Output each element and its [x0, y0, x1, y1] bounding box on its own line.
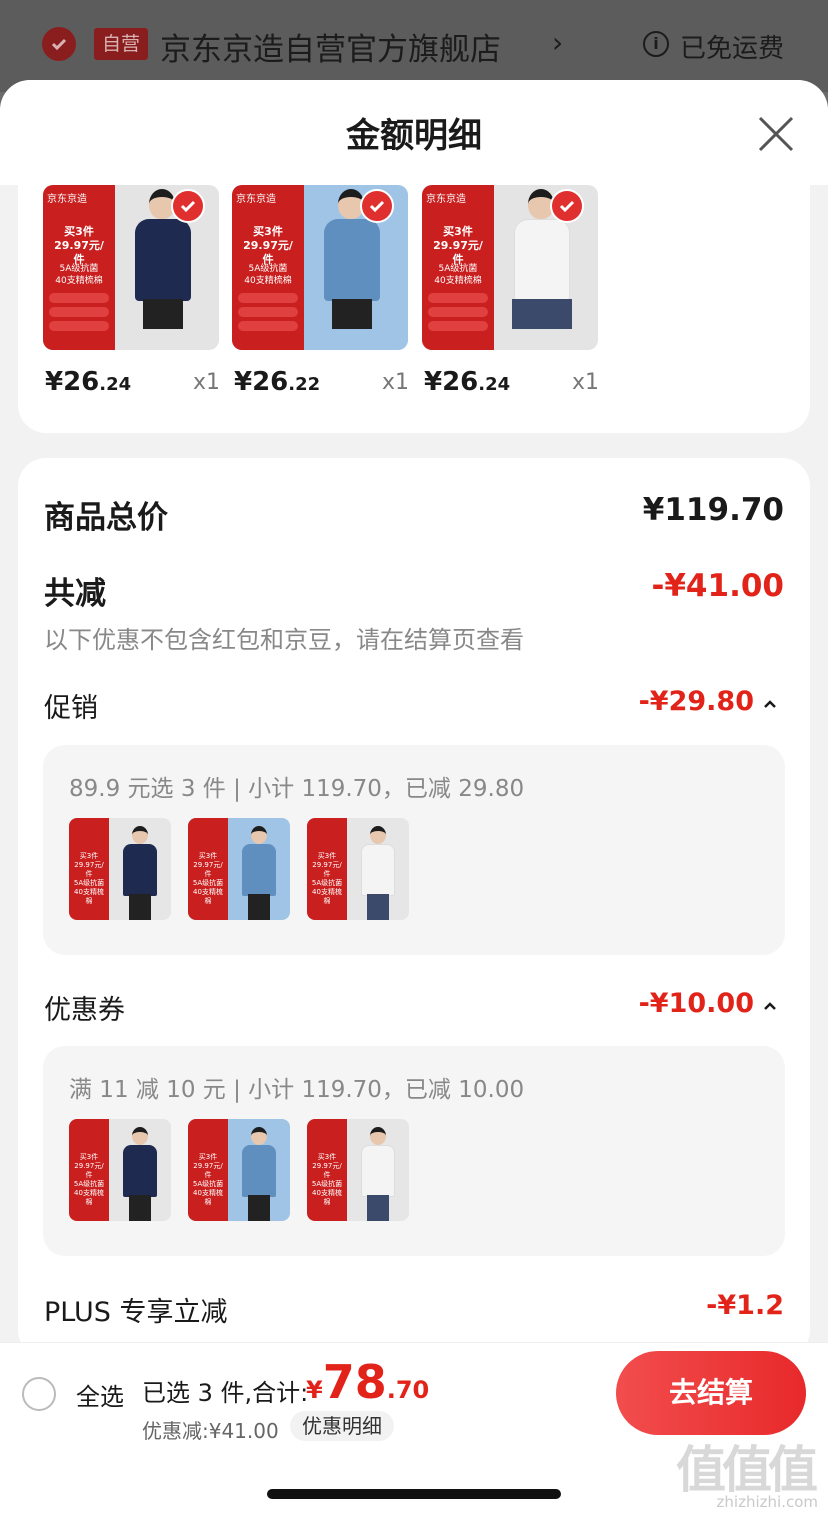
- discount-amount: 优惠减:¥41.00: [142, 1419, 279, 1443]
- checkout-button[interactable]: 去结算: [616, 1351, 806, 1435]
- coupon-item-thumbnail[interactable]: 买3件 29.97元/件 5A级抗菌 40支精梳棉: [69, 1119, 171, 1221]
- coupon-label[interactable]: 优惠券: [44, 988, 125, 1027]
- product-thumbnail: 京东京造 买3件 29.97元/件 5A级抗菌 40支精梳棉: [422, 185, 598, 350]
- promo-item-thumbnail[interactable]: 买3件 29.97元/件 5A级抗菌 40支精梳棉: [188, 818, 290, 920]
- promo-detail-text: 89.9 元选 3 件 | 小计 119.70，已减 29.80: [69, 776, 525, 802]
- brand-logo: 京东京造: [47, 194, 87, 205]
- mini-thumb-text: 买3件 29.97元/件 5A级抗菌 40支精梳棉: [73, 1153, 105, 1206]
- selected-check-icon[interactable]: [550, 189, 584, 223]
- thumb-promo-text: 买3件 29.97元/件: [54, 225, 104, 266]
- product-item[interactable]: 京东京造 买3件 29.97元/件 5A级抗菌 40支精梳棉 ¥26.22 x1: [232, 185, 409, 397]
- total-reduce-value: -¥41.00: [651, 568, 785, 604]
- close-icon[interactable]: [754, 112, 798, 156]
- mini-thumb-text: 买3件 29.97元/件 5A级抗菌 40支精梳棉: [311, 1153, 343, 1206]
- discount-detail-button[interactable]: 优惠明细: [290, 1411, 394, 1441]
- coupon-detail-text: 满 11 减 10 元 | 小计 119.70，已减 10.00: [69, 1077, 525, 1103]
- promo-item-thumbnail[interactable]: 买3件 29.97元/件 5A级抗菌 40支精梳棉: [69, 818, 171, 920]
- amount-detail-sheet: 金额明细 京东京造 买3件 29.97元/件 5A级抗菌 40支精梳棉 ¥26.…: [0, 80, 828, 1514]
- shipping-status: 已免运费: [680, 34, 785, 64]
- product-item[interactable]: 京东京造 买3件 29.97元/件 5A级抗菌 40支精梳棉 ¥26.24 x1: [43, 185, 220, 397]
- store-header-backdrop: 自营 京东京造自营官方旗舰店 › i 已免运费: [0, 0, 828, 92]
- plus-discount-value: -¥1.2: [706, 1290, 784, 1321]
- chevron-up-icon[interactable]: [760, 996, 780, 1016]
- promo-value[interactable]: -¥29.80: [639, 686, 754, 717]
- product-price: ¥26.22: [234, 367, 321, 397]
- thumb-promo-text: 买3件 29.97元/件: [433, 225, 483, 266]
- total-price-label: 商品总价: [44, 500, 168, 536]
- mini-thumb-text: 买3件 29.97元/件 5A级抗菌 40支精梳棉: [73, 852, 105, 905]
- promo-item-thumbnail[interactable]: 买3件 29.97元/件 5A级抗菌 40支精梳棉: [307, 818, 409, 920]
- coupon-value[interactable]: -¥10.00: [639, 988, 754, 1019]
- product-price: ¥26.24: [45, 367, 132, 397]
- product-strip: 京东京造 买3件 29.97元/件 5A级抗菌 40支精梳棉 ¥26.24 x1…: [18, 185, 810, 433]
- thumb-feature-text: 5A级抗菌 40支精梳棉: [434, 264, 482, 286]
- sheet-header: 金额明细: [0, 80, 828, 185]
- product-quantity: x1: [193, 370, 221, 395]
- brand-logo: 京东京造: [426, 194, 466, 205]
- discount-note: 以下优惠不包含红包和京豆，请在结算页查看: [44, 626, 524, 654]
- select-all-radio[interactable]: [22, 1377, 56, 1411]
- selected-count-text: 已选 3 件,合计:: [142, 1379, 309, 1407]
- promo-label[interactable]: 促销: [44, 686, 98, 725]
- product-item[interactable]: 京东京造 买3件 29.97元/件 5A级抗菌 40支精梳棉 ¥26.24 x1: [422, 185, 599, 397]
- chevron-up-icon[interactable]: [760, 694, 780, 714]
- thumb-feature-text: 5A级抗菌 40支精梳棉: [244, 264, 292, 286]
- plus-discount-label: PLUS 专享立减: [44, 1297, 228, 1328]
- total-price-value: ¥119.70: [642, 492, 784, 528]
- chevron-right-icon[interactable]: ›: [552, 26, 563, 59]
- promo-detail-box: 89.9 元选 3 件 | 小计 119.70，已减 29.80 买3件 29.…: [43, 745, 785, 955]
- thumb-promo-text: 买3件 29.97元/件: [243, 225, 293, 266]
- product-thumbnail: 京东京造 买3件 29.97元/件 5A级抗菌 40支精梳棉: [232, 185, 408, 350]
- store-name[interactable]: 京东京造自营官方旗舰店: [160, 24, 501, 69]
- selected-check-icon[interactable]: [171, 189, 205, 223]
- coupon-item-thumbnail[interactable]: 买3件 29.97元/件 5A级抗菌 40支精梳棉: [307, 1119, 409, 1221]
- home-indicator[interactable]: [267, 1489, 561, 1499]
- self-operated-badge: 自营: [94, 28, 149, 60]
- selected-check-icon[interactable]: [360, 189, 394, 223]
- store-checkbox-icon[interactable]: [42, 27, 76, 61]
- amount-breakdown-card: 商品总价 ¥119.70 共减 -¥41.00 以下优惠不包含红包和京豆，请在结…: [18, 458, 810, 1358]
- total-amount: ¥78.70: [306, 1355, 430, 1409]
- total-reduce-label: 共减: [44, 576, 106, 612]
- watermark-logo: 值值值: [676, 1441, 818, 1499]
- thumb-feature-text: 5A级抗菌 40支精梳棉: [55, 264, 103, 286]
- product-quantity: x1: [572, 370, 600, 395]
- brand-logo: 京东京造: [236, 194, 276, 205]
- product-price: ¥26.24: [424, 367, 511, 397]
- mini-thumb-text: 买3件 29.97元/件 5A级抗菌 40支精梳棉: [311, 852, 343, 905]
- sheet-title: 金额明细: [346, 116, 482, 156]
- product-quantity: x1: [382, 370, 410, 395]
- select-all-label[interactable]: 全选: [76, 1377, 124, 1412]
- product-thumbnail: 京东京造 买3件 29.97元/件 5A级抗菌 40支精梳棉: [43, 185, 219, 350]
- info-icon[interactable]: i: [643, 31, 669, 57]
- mini-thumb-text: 买3件 29.97元/件 5A级抗菌 40支精梳棉: [192, 1153, 224, 1206]
- coupon-item-thumbnail[interactable]: 买3件 29.97元/件 5A级抗菌 40支精梳棉: [188, 1119, 290, 1221]
- coupon-detail-box: 满 11 减 10 元 | 小计 119.70，已减 10.00 买3件 29.…: [43, 1046, 785, 1256]
- mini-thumb-text: 买3件 29.97元/件 5A级抗菌 40支精梳棉: [192, 852, 224, 905]
